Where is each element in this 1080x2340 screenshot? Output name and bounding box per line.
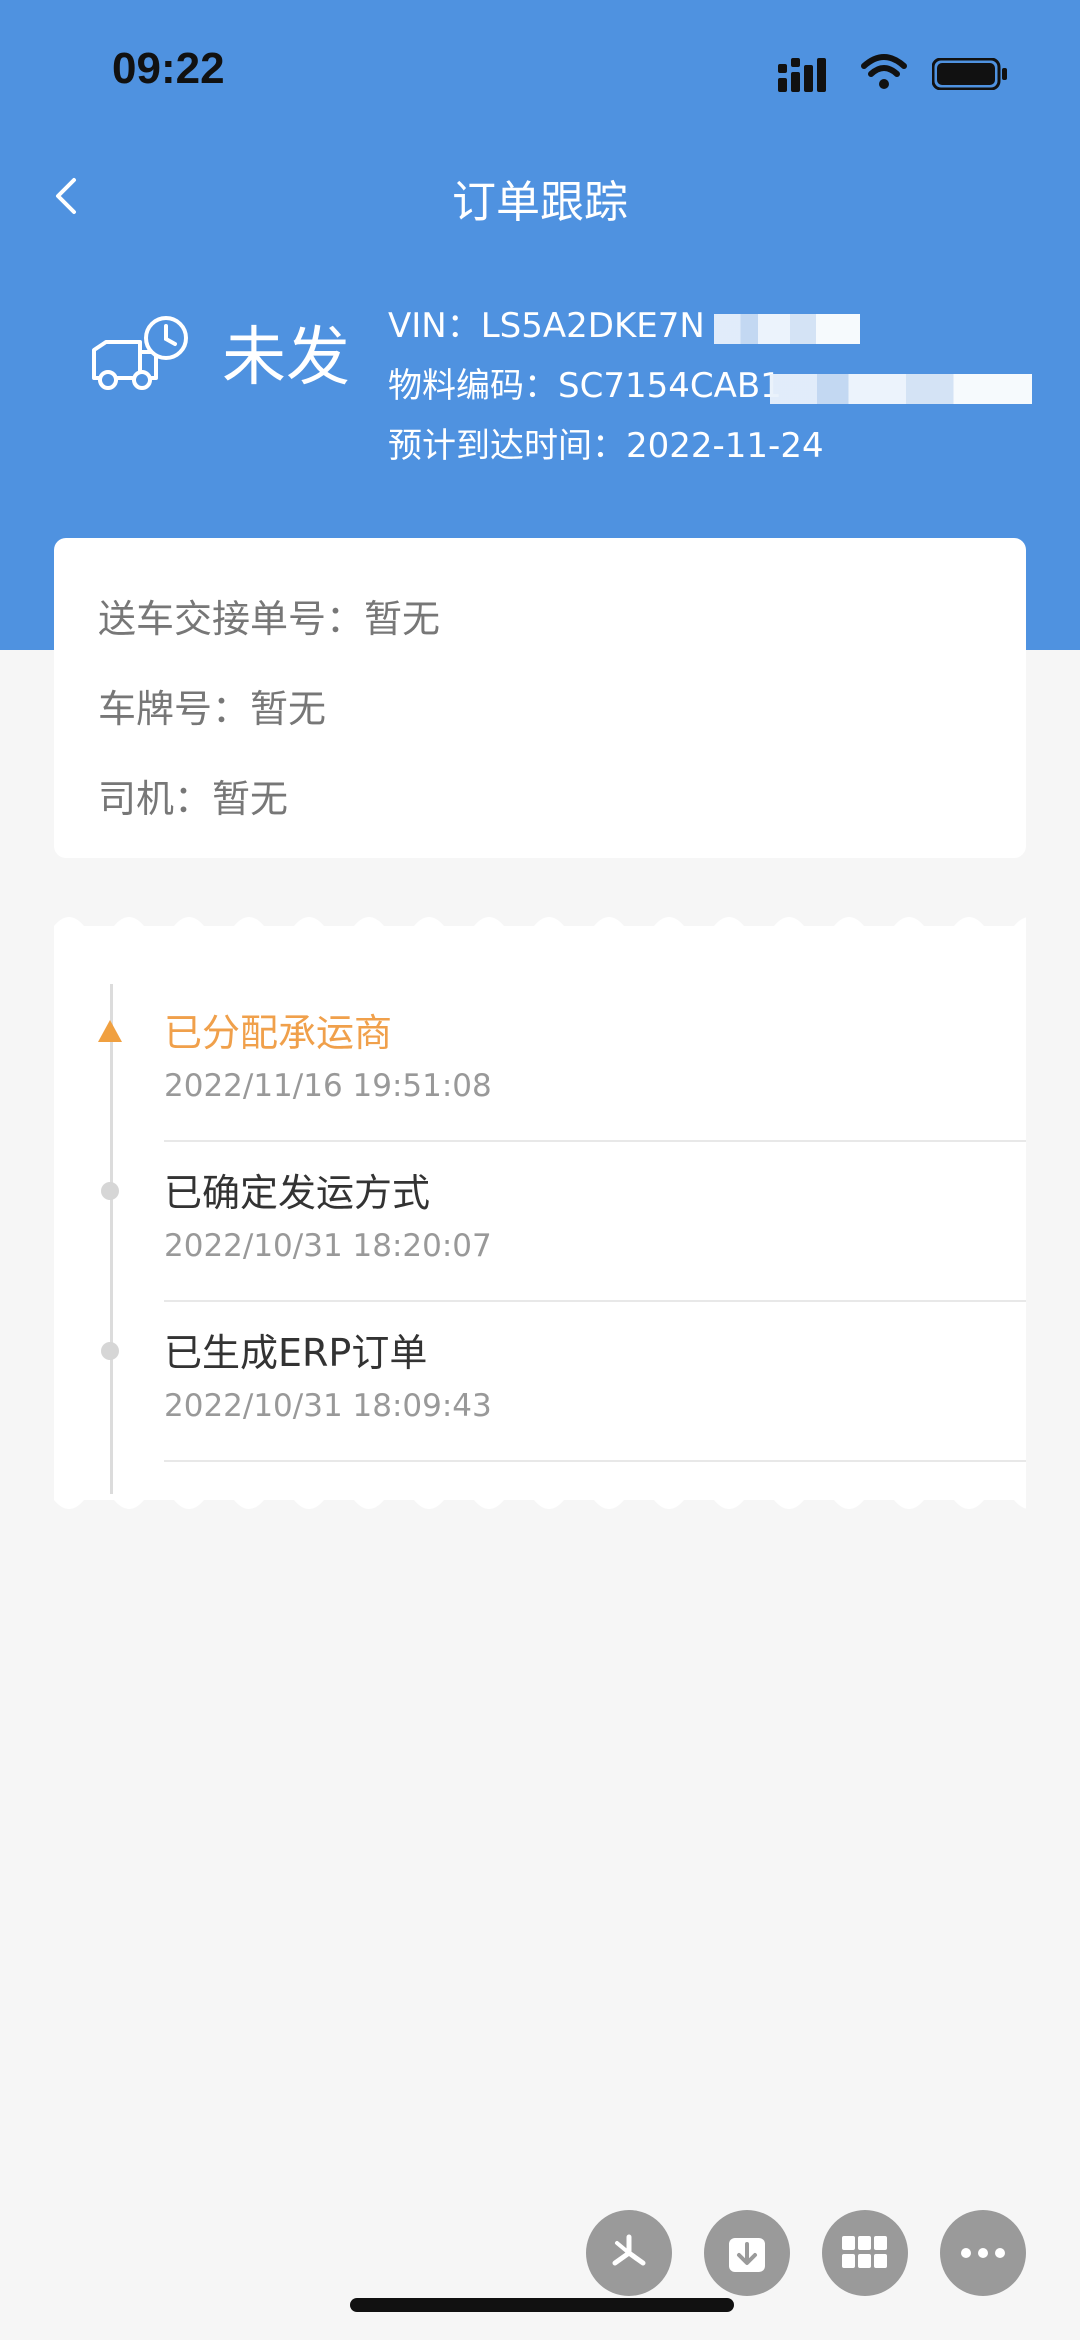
timeline-item: 已分配承运商 2022/11/16 19:51:08 xyxy=(98,982,1026,1142)
plate-row: 车牌号：暂无 xyxy=(98,678,326,733)
current-step-icon xyxy=(98,1020,122,1042)
material-label: 物料编码： xyxy=(388,366,558,406)
timeline-item: 已确定发运方式 2022/10/31 18:20:07 xyxy=(101,1142,1026,1302)
wavy-edge-bottom xyxy=(54,1500,1026,1518)
timeline-time: 2022/11/16 19:51:08 xyxy=(164,1068,492,1104)
status-time: 09:22 xyxy=(112,44,225,93)
timeline-title: 已分配承运商 xyxy=(164,1011,393,1055)
redaction-mosaic xyxy=(714,314,860,344)
home-indicator[interactable] xyxy=(350,2298,734,2312)
driver-value: 暂无 xyxy=(212,777,289,821)
plate-label: 车牌号： xyxy=(98,687,251,731)
wifi-icon xyxy=(861,54,907,89)
step-dot-icon xyxy=(101,1342,119,1360)
more-icon xyxy=(961,2248,1005,2258)
battery-icon xyxy=(932,58,1007,90)
more-button[interactable] xyxy=(940,2210,1026,2296)
driver-row: 司机：暂无 xyxy=(98,768,288,823)
timeline-title: 已生成ERP订单 xyxy=(164,1331,428,1375)
download-icon xyxy=(729,2232,765,2272)
vin-value: LS5A2DKE7N xyxy=(480,306,705,346)
shipment-status: 未发 xyxy=(222,321,350,395)
driver-label: 司机： xyxy=(98,777,213,821)
divider xyxy=(164,1460,1026,1462)
signal-icon xyxy=(778,58,826,92)
timeline-item: 已生成ERP订单 2022/10/31 18:09:43 xyxy=(101,1302,1026,1462)
redaction-mosaic xyxy=(770,374,1032,404)
timeline-time: 2022/10/31 18:09:43 xyxy=(164,1388,492,1424)
pinwheel-button[interactable] xyxy=(586,2210,672,2296)
tracking-timeline: 已分配承运商 2022/11/16 19:51:08 已确定发运方式 2022/… xyxy=(54,908,1026,1518)
eta-line: 预计到达时间：2022-11-24 xyxy=(388,420,824,480)
handover-label: 送车交接单号： xyxy=(98,597,365,641)
delivery-info-card: 送车交接单号：暂无 车牌号：暂无 司机：暂无 xyxy=(54,538,1026,858)
material-value: SC7154CAB1 xyxy=(558,366,782,406)
plate-value: 暂无 xyxy=(250,687,327,731)
timeline-line xyxy=(110,984,113,1494)
page-title: 订单跟踪 xyxy=(452,177,628,228)
apps-button[interactable] xyxy=(822,2210,908,2296)
step-dot-icon xyxy=(101,1182,119,1200)
status-icons xyxy=(768,52,1008,92)
material-line: 物料编码：SC7154CAB1 xyxy=(388,360,1032,420)
order-info: VIN：LS5A2DKE7N 物料编码：SC7154CAB1 预计到达时间：20… xyxy=(388,300,1032,480)
handover-value: 暂无 xyxy=(364,597,441,641)
timeline-title: 已确定发运方式 xyxy=(164,1171,431,1215)
pinwheel-icon xyxy=(612,2234,646,2266)
vin-line: VIN：LS5A2DKE7N xyxy=(388,300,860,360)
timeline-time: 2022/10/31 18:20:07 xyxy=(164,1228,492,1264)
eta-label: 预计到达时间： xyxy=(388,426,626,466)
grid-icon xyxy=(842,2236,887,2268)
vin-label: VIN： xyxy=(388,306,481,346)
handover-row: 送车交接单号：暂无 xyxy=(98,588,440,643)
wavy-edge-top xyxy=(54,908,1026,926)
download-button[interactable] xyxy=(704,2210,790,2296)
eta-value: 2022-11-24 xyxy=(626,426,824,466)
truck-clock-icon xyxy=(92,316,188,390)
